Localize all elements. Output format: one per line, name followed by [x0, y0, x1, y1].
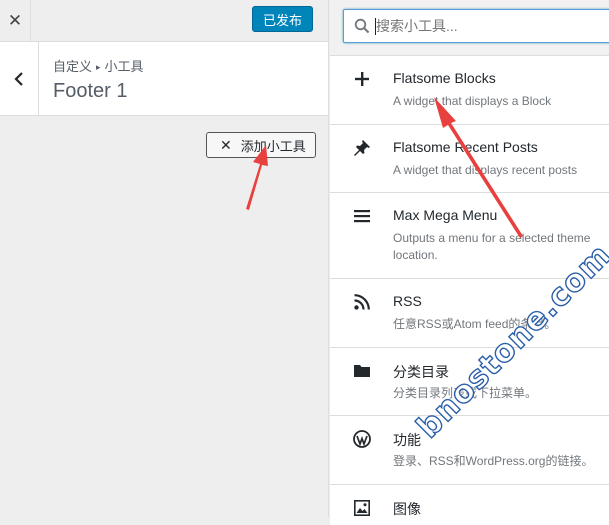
- chevron-left-icon: [14, 71, 23, 86]
- text-cursor: [375, 18, 376, 35]
- widget-description: A widget that displays recent posts: [393, 163, 578, 177]
- folder-icon: [353, 362, 371, 380]
- widget-title: Flatsome Recent Posts: [393, 139, 538, 155]
- section-header: 自定义 ▸ 小工具 Footer 1: [0, 42, 328, 116]
- image-icon: [353, 499, 371, 517]
- menu-icon: [353, 207, 371, 225]
- widget-search-bar: [330, 0, 609, 56]
- close-icon: ✕: [220, 136, 232, 153]
- breadcrumb-parent: 自定义: [53, 59, 93, 74]
- widget-item-flatsome-recent-posts[interactable]: Flatsome Recent Posts A widget that disp…: [330, 125, 609, 193]
- widget-item-image[interactable]: 图像: [330, 485, 609, 525]
- rss-icon: [353, 293, 371, 311]
- widget-item-meta[interactable]: 功能 登录、RSS和WordPress.org的链接。: [330, 416, 609, 485]
- add-widget-label: 添加小工具: [240, 138, 306, 154]
- plus-icon: [353, 70, 371, 88]
- close-customizer-button[interactable]: ✕: [0, 0, 31, 41]
- add-widget-button[interactable]: ✕ 添加小工具: [206, 132, 316, 158]
- widget-item-max-mega-menu[interactable]: Max Mega Menu Outputs a menu for a selec…: [330, 193, 609, 279]
- widget-search-input[interactable]: [376, 14, 606, 38]
- available-widgets-panel: Flatsome Blocks A widget that displays a…: [330, 0, 609, 525]
- widget-title: Flatsome Blocks: [393, 70, 496, 86]
- widget-title: 功能: [393, 432, 421, 448]
- widget-description: A widget that displays a Block: [393, 94, 552, 108]
- widget-title: 图像: [393, 501, 421, 517]
- pin-icon: [353, 139, 371, 157]
- breadcrumb-separator-icon: ▸: [96, 62, 101, 72]
- widget-title: 分类目录: [393, 364, 449, 380]
- customizer-panel: ✕ 已发布 自定义 ▸ 小工具 Footer 1 ✕ 添加小工具: [0, 0, 329, 517]
- section-title: Footer 1: [53, 80, 128, 102]
- publish-button[interactable]: 已发布: [252, 6, 313, 32]
- widget-description: Outputs a menu for a selected theme loca…: [393, 231, 591, 262]
- breadcrumb-current: 小工具: [104, 59, 144, 74]
- customizer-header: ✕ 已发布: [0, 0, 328, 42]
- wordpress-icon: [353, 430, 371, 448]
- widget-title: RSS: [393, 293, 422, 309]
- widget-item-rss[interactable]: RSS 任意RSS或Atom feed的条目。: [330, 279, 609, 348]
- search-icon: [354, 18, 370, 34]
- widget-title: Max Mega Menu: [393, 207, 498, 223]
- close-icon: ✕: [7, 10, 23, 30]
- breadcrumb: 自定义 ▸ 小工具: [53, 56, 144, 75]
- widget-description: 任意RSS或Atom feed的条目。: [393, 317, 557, 331]
- widget-description: 登录、RSS和WordPress.org的链接。: [393, 454, 594, 468]
- widget-search-box[interactable]: [343, 9, 609, 43]
- widget-item-categories[interactable]: 分类目录 分类目录列表或下拉菜单。: [330, 348, 609, 416]
- widget-description: 分类目录列表或下拉菜单。: [393, 386, 538, 400]
- back-button[interactable]: [0, 42, 39, 115]
- widget-item-flatsome-blocks[interactable]: Flatsome Blocks A widget that displays a…: [330, 56, 609, 125]
